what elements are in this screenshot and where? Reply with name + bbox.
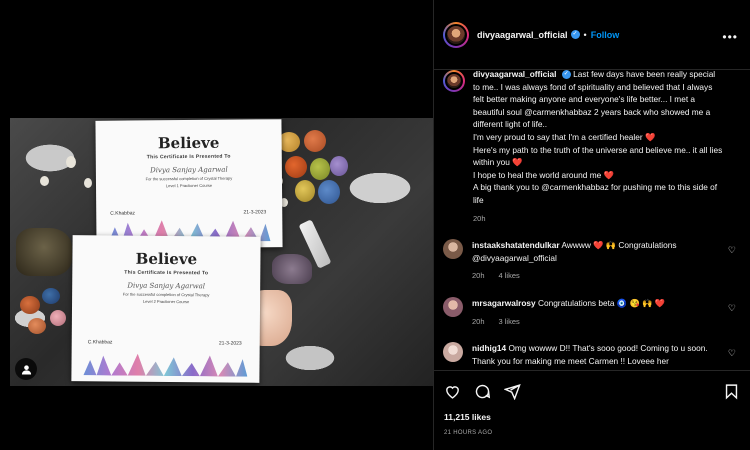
certificate-level-1: Believe This Certificate Is Presented To…	[95, 119, 283, 249]
caption-timestamp: 20h	[473, 213, 486, 223]
certificate-name: Divya Sanjay Agarwal	[150, 165, 228, 175]
certificate-signature: C.Khabbaz	[110, 210, 136, 217]
comment-time: 20h	[472, 316, 485, 326]
amethyst-cluster	[272, 254, 312, 284]
avatar[interactable]	[443, 21, 469, 48]
chakra-stone	[330, 156, 348, 176]
separator-dot: •	[583, 29, 587, 40]
tumbled-stone	[50, 310, 66, 326]
chakra-stone	[318, 180, 340, 204]
tagged-user-icon[interactable]	[15, 358, 37, 380]
comment-like-heart-icon[interactable]: ♡	[728, 245, 736, 256]
post-media[interactable]: Believe This Certificate Is Presented To…	[0, 0, 433, 450]
chakra-stone	[295, 180, 315, 202]
likes-count[interactable]: 11,215 likes	[444, 412, 740, 422]
certificate-title: Believe	[157, 133, 220, 153]
tumbled-stone	[42, 288, 60, 304]
tumbled-stone	[20, 296, 40, 314]
avatar[interactable]	[443, 70, 465, 92]
caption-text-line: I'm very proud to say that I'm a certifi…	[473, 131, 656, 142]
certificate-line: For the successful completion of Crystal…	[145, 175, 233, 182]
comment-like-heart-icon[interactable]: ♡	[728, 303, 736, 314]
tumbled-stone	[28, 318, 46, 334]
certificate-name: Divya Sanjay Agarwal	[127, 281, 206, 291]
avatar[interactable]	[443, 239, 463, 260]
post-actions: 11,215 likes 21 HOURS AGO	[434, 370, 750, 450]
comment-time: 20h	[472, 271, 485, 281]
post-side-panel: divyaagarwal_official ✓ • Follow ••• div…	[433, 0, 750, 450]
verified-badge-icon: ✓	[570, 30, 580, 39]
dark-rock	[16, 228, 72, 276]
follow-button[interactable]: Follow	[591, 30, 620, 40]
caption-text-line: Here's my path to the truth of the unive…	[473, 144, 723, 168]
post-timestamp: 21 HOURS AGO	[444, 430, 493, 436]
avatar[interactable]	[443, 296, 463, 317]
certificate-subtitle: This Certificate Is Presented To	[124, 269, 209, 277]
certificate-line: For the successful completion of Crystal…	[122, 291, 210, 298]
comment-item: nidhig14 Omg wowww D!! That's sooo good!…	[443, 342, 736, 367]
certificate-date: 21-3-2023	[218, 340, 242, 347]
comments-list[interactable]: divyaagarwal_official ✓ Last few days ha…	[434, 58, 750, 370]
caption-text-line: A big thank you to @carmenkhabbaz for pu…	[473, 182, 718, 205]
bookmark-icon[interactable]	[723, 383, 740, 400]
comment-username[interactable]: nidhig14	[472, 343, 506, 353]
post-caption: divyaagarwal_official ✓ Last few days ha…	[443, 68, 736, 225]
comment-like-heart-icon[interactable]: ♡	[728, 348, 736, 359]
caption-username[interactable]: divyaagarwal_official	[473, 69, 556, 79]
more-options-icon[interactable]: •••	[722, 30, 738, 44]
comment-username[interactable]: instaakshatatendulkar	[472, 240, 560, 250]
share-icon[interactable]	[504, 383, 521, 400]
post-photo[interactable]: Believe This Certificate Is Presented To…	[10, 118, 433, 386]
verified-badge-icon: ✓	[561, 70, 571, 80]
avatar[interactable]	[443, 342, 463, 363]
shell	[40, 176, 49, 186]
caption-text-line: I hope to heal the world around me ❤️	[473, 169, 614, 180]
comment-text: Omg wowww D!! That's sooo good! Coming t…	[472, 343, 708, 366]
shell	[66, 156, 76, 168]
comment-icon[interactable]	[474, 383, 491, 400]
comment-likes[interactable]: 4 likes	[499, 271, 520, 280]
certificate-line: Level 2 Practioner Course	[142, 298, 190, 305]
certificate-level-2: Believe This Certificate Is Presented To…	[71, 235, 261, 383]
comment-username[interactable]: mrsagarwalrosy	[472, 298, 536, 308]
crystal-artwork	[83, 353, 247, 376]
certificate-subtitle: This Certificate Is Presented To	[146, 153, 231, 161]
shell	[84, 178, 92, 188]
comment-item: mrsagarwalrosy Congratulations beta 🧿 😘 …	[443, 296, 736, 328]
certificate-line: Level 1 Practioner Course	[165, 182, 213, 189]
chakra-stone	[285, 156, 307, 178]
comment-text: Congratulations beta 🧿 😘 🙌 ❤️	[537, 297, 666, 308]
certificate-date: 21-3-2023	[243, 209, 267, 216]
chakra-stone	[304, 130, 326, 152]
heart-icon[interactable]	[444, 383, 461, 400]
certificate-title: Believe	[135, 249, 198, 269]
post-author-username[interactable]: divyaagarwal_official	[477, 30, 568, 40]
comment-item: instaakshatatendulkar Awwww ❤️ 🙌 Congrat…	[443, 239, 736, 283]
certificate-signature: C.Khabbaz	[87, 339, 113, 346]
comment-likes[interactable]: 3 likes	[499, 317, 520, 326]
chakra-stone	[310, 158, 330, 180]
